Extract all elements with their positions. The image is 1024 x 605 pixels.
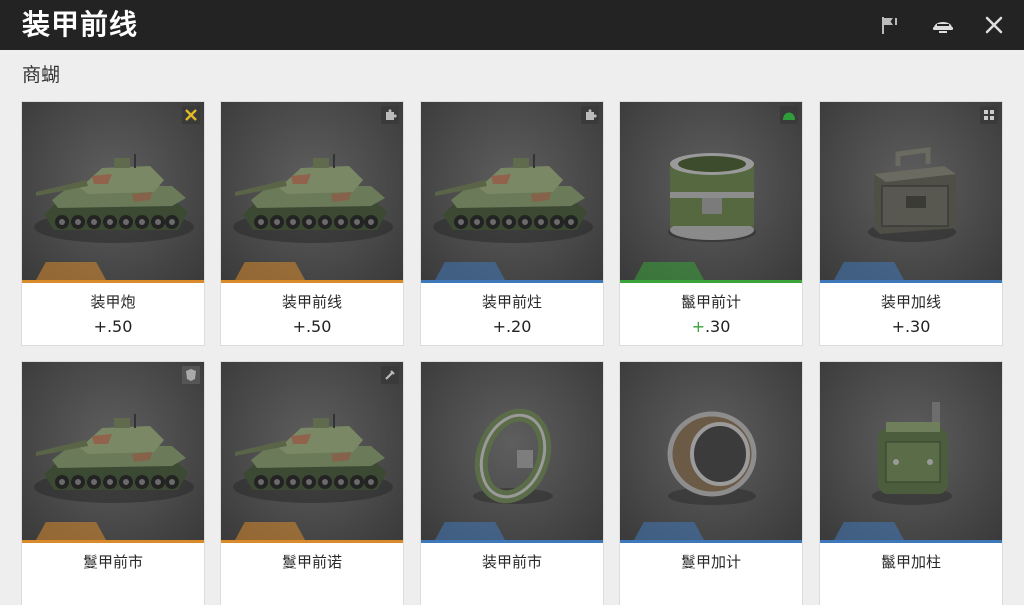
item-name: 鬘甲前诺 <box>281 553 342 571</box>
item-card[interactable]: 鬘甲前市 <box>22 362 204 605</box>
item-card[interactable]: 装甲前线 +.50 <box>221 102 403 345</box>
rarity-bar <box>421 280 603 283</box>
item-value: +.50 <box>221 316 403 338</box>
rarity-bar <box>22 540 204 543</box>
rarity-bar <box>221 540 403 543</box>
rarity-glow <box>634 522 704 540</box>
item-grid: 装甲炮 +.50 装甲前线 +.50 装甲前炷 +.20 鬣甲前计 +.30 装… <box>0 0 1024 605</box>
puzzle-icon <box>381 106 399 124</box>
item-card[interactable]: 鬣甲加柱 <box>820 362 1002 605</box>
item-name: 鬘甲加计 <box>680 553 741 571</box>
rarity-glow <box>834 522 904 540</box>
item-value: +.20 <box>421 316 603 338</box>
item-card[interactable]: 装甲前市 <box>421 362 603 605</box>
item-value-number: .50 <box>305 317 332 336</box>
item-value-sign: + <box>691 317 705 336</box>
item-name: 装甲前线 <box>281 293 342 311</box>
item-card[interactable]: 装甲加线 +.30 <box>820 102 1002 345</box>
item-card[interactable]: 鬣甲前计 +.30 <box>620 102 802 345</box>
item-value-sign: + <box>891 317 905 336</box>
rarity-glow <box>634 262 704 280</box>
item-card[interactable]: 鬘甲加计 <box>620 362 802 605</box>
rarity-glow <box>435 522 505 540</box>
item-name: 鬣甲加柱 <box>880 553 941 571</box>
item-image <box>820 362 1002 543</box>
item-card[interactable]: 鬘甲前诺 <box>221 362 403 605</box>
item-name: 装甲加线 <box>880 293 941 311</box>
puzzle-icon <box>581 106 599 124</box>
item-value: +.50 <box>22 316 204 338</box>
item-value-number: .20 <box>505 317 532 336</box>
item-value: +.30 <box>820 316 1002 338</box>
item-name: 装甲炮 <box>90 293 136 311</box>
rarity-bar <box>221 280 403 283</box>
item-card[interactable]: 装甲前炷 +.20 <box>421 102 603 345</box>
item-image <box>221 102 403 283</box>
item-value: +.30 <box>620 316 802 338</box>
item-image <box>421 102 603 283</box>
rarity-bar <box>620 280 802 283</box>
item-image <box>421 362 603 543</box>
rarity-glow <box>36 522 106 540</box>
rarity-bar <box>421 540 603 543</box>
item-name: 鬘甲前市 <box>82 553 143 571</box>
item-name: 装甲前市 <box>481 553 542 571</box>
rarity-glow <box>36 262 106 280</box>
item-image <box>620 102 802 283</box>
rarity-glow <box>235 522 305 540</box>
grid-icon <box>980 106 998 124</box>
item-value-sign: + <box>93 317 107 336</box>
item-image <box>620 362 802 543</box>
wrench-icon <box>381 366 399 384</box>
rarity-bar <box>820 280 1002 283</box>
item-image <box>22 362 204 543</box>
rarity-bar <box>22 280 204 283</box>
item-image <box>221 362 403 543</box>
item-name: 装甲前炷 <box>481 293 542 311</box>
rarity-glow <box>235 262 305 280</box>
item-value-sign: + <box>492 317 506 336</box>
item-name: 鬣甲前计 <box>680 293 741 311</box>
rarity-bar <box>620 540 802 543</box>
shield-icon <box>182 366 200 384</box>
item-card[interactable]: 装甲炮 +.50 <box>22 102 204 345</box>
item-value-number: .30 <box>704 317 731 336</box>
crossed-swords-icon <box>182 106 200 124</box>
item-image <box>22 102 204 283</box>
rarity-glow <box>834 262 904 280</box>
item-value-sign: + <box>292 317 306 336</box>
rarity-bar <box>820 540 1002 543</box>
rarity-glow <box>435 262 505 280</box>
helmet-badge-icon <box>780 106 798 124</box>
item-image <box>820 102 1002 283</box>
item-value-number: .30 <box>904 317 931 336</box>
item-value-number: .50 <box>106 317 133 336</box>
